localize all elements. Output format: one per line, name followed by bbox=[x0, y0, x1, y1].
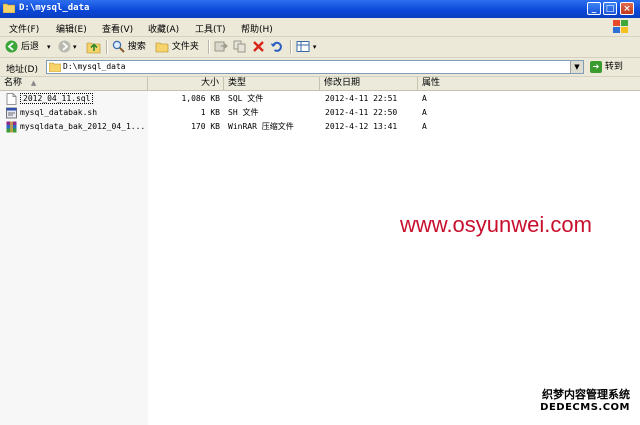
menu-help[interactable]: 帮助(H) bbox=[241, 22, 273, 35]
menu-file[interactable]: 文件(F) bbox=[9, 22, 39, 35]
forward-button[interactable] bbox=[58, 39, 71, 55]
back-label: 后退 bbox=[20, 42, 39, 52]
column-header-size[interactable]: 大小 bbox=[148, 77, 224, 90]
file-attributes: A bbox=[422, 108, 427, 117]
file-row[interactable]: 2012_04_11.sql 1,086 KB SQL 文件 2012-4-11… bbox=[0, 92, 640, 106]
menu-bar: 文件(F) 编辑(E) 查看(V) 收藏(A) 工具(T) 帮助(H) bbox=[0, 18, 640, 37]
file-attributes: A bbox=[422, 94, 427, 103]
column-header-attributes[interactable]: 属性 bbox=[418, 77, 640, 90]
brand-line2: DEDECMS.COM bbox=[540, 402, 630, 413]
column-header-type[interactable]: 类型 bbox=[224, 77, 320, 90]
delete-button[interactable] bbox=[252, 39, 265, 55]
search-icon bbox=[112, 40, 125, 53]
file-list[interactable]: 名称 ▲ 大小 类型 修改日期 属性 2012_04_11.sql 1,086 … bbox=[0, 77, 640, 425]
file-attributes: A bbox=[422, 122, 427, 131]
folder-icon bbox=[49, 62, 61, 72]
address-dropdown-icon[interactable]: ▼ bbox=[570, 61, 583, 73]
delete-icon bbox=[253, 41, 264, 52]
file-type: SQL 文件 bbox=[228, 94, 264, 103]
toolbar: 后退 ▾ ▾ 搜索 文件夹 ▾ bbox=[0, 37, 640, 58]
go-arrow-icon: ➔ bbox=[590, 60, 602, 73]
forward-arrow-icon bbox=[58, 40, 71, 53]
menu-view[interactable]: 查看(V) bbox=[102, 22, 133, 35]
sort-ascending-icon: ▲ bbox=[30, 79, 37, 87]
file-modified: 2012-4-11 22:50 bbox=[325, 108, 398, 117]
folders-button[interactable]: 文件夹 bbox=[155, 39, 199, 55]
maximize-button[interactable]: □ bbox=[603, 2, 617, 15]
folders-icon bbox=[155, 42, 169, 53]
file-modified: 2012-4-11 22:51 bbox=[325, 94, 398, 103]
file-size: 170 KB bbox=[191, 122, 220, 131]
watermark-text: www.osyunwei.com bbox=[400, 212, 592, 237]
sql-file-icon bbox=[6, 93, 17, 105]
column-header-modified[interactable]: 修改日期 bbox=[320, 77, 418, 90]
address-value: D:\mysql_data bbox=[63, 62, 126, 71]
address-bar: 地址(D) D:\mysql_data ▼ ➔ 转到 bbox=[0, 58, 640, 77]
views-dropdown-icon: ▾ bbox=[312, 43, 317, 51]
file-name: mysql_databak.sh bbox=[20, 108, 98, 117]
column-header-name[interactable]: 名称 ▲ bbox=[0, 77, 148, 90]
file-type: WinRAR 压缩文件 bbox=[228, 122, 294, 131]
title-bar[interactable]: D:\mysql_data _ □ × bbox=[0, 0, 640, 18]
back-button[interactable]: 后退 bbox=[5, 39, 39, 55]
search-label: 搜索 bbox=[127, 42, 146, 52]
file-name: 2012_04_11.sql bbox=[20, 92, 148, 106]
brand-line1: 织梦内容管理系统 bbox=[542, 388, 630, 401]
address-input[interactable]: D:\mysql_data ▼ bbox=[46, 60, 584, 74]
move-to-icon bbox=[214, 41, 228, 52]
file-row[interactable]: mysqldata_bak_2012_04_1... 170 KB WinRAR… bbox=[0, 120, 640, 134]
search-button[interactable]: 搜索 bbox=[112, 39, 146, 55]
column-headers: 名称 ▲ 大小 类型 修改日期 属性 bbox=[0, 77, 640, 91]
views-button[interactable]: ▾ bbox=[296, 39, 316, 55]
sh-file-icon bbox=[6, 107, 17, 119]
file-row[interactable]: mysql_databak.sh 1 KB SH 文件 2012-4-11 22… bbox=[0, 106, 640, 120]
undo-button[interactable] bbox=[270, 39, 283, 55]
copy-to-icon bbox=[233, 40, 246, 53]
minimize-button[interactable]: _ bbox=[587, 2, 601, 15]
go-button[interactable]: ➔ 转到 bbox=[590, 60, 623, 74]
move-to-button[interactable] bbox=[214, 39, 228, 55]
menu-tools[interactable]: 工具(T) bbox=[195, 22, 226, 35]
folders-label: 文件夹 bbox=[171, 42, 199, 52]
windows-logo-icon bbox=[613, 20, 628, 33]
winrar-archive-icon bbox=[6, 121, 17, 133]
copy-to-button[interactable] bbox=[233, 39, 247, 55]
window-title: D:\mysql_data bbox=[19, 3, 90, 13]
folder-icon bbox=[3, 3, 15, 13]
file-modified: 2012-4-12 13:41 bbox=[325, 122, 398, 131]
up-folder-button[interactable] bbox=[86, 39, 101, 55]
file-size: 1 KB bbox=[200, 108, 220, 117]
brand-logo: 织梦内容管理系统 DEDECMS.COM bbox=[520, 386, 630, 413]
file-size: 1,086 KB bbox=[181, 94, 220, 103]
file-type: SH 文件 bbox=[228, 108, 259, 117]
undo-icon bbox=[270, 41, 282, 52]
back-arrow-icon bbox=[5, 40, 18, 53]
file-name: mysqldata_bak_2012_04_1... bbox=[20, 122, 146, 131]
address-label: 地址(D) bbox=[6, 65, 38, 75]
forward-dropdown-icon[interactable]: ▾ bbox=[73, 39, 77, 55]
menu-edit[interactable]: 编辑(E) bbox=[56, 22, 87, 35]
views-icon bbox=[296, 41, 310, 52]
back-dropdown-icon[interactable]: ▾ bbox=[47, 39, 51, 55]
go-label: 转到 bbox=[604, 62, 623, 72]
menu-favorites[interactable]: 收藏(A) bbox=[148, 22, 179, 35]
close-button[interactable]: × bbox=[620, 2, 634, 15]
up-folder-icon bbox=[86, 42, 101, 53]
